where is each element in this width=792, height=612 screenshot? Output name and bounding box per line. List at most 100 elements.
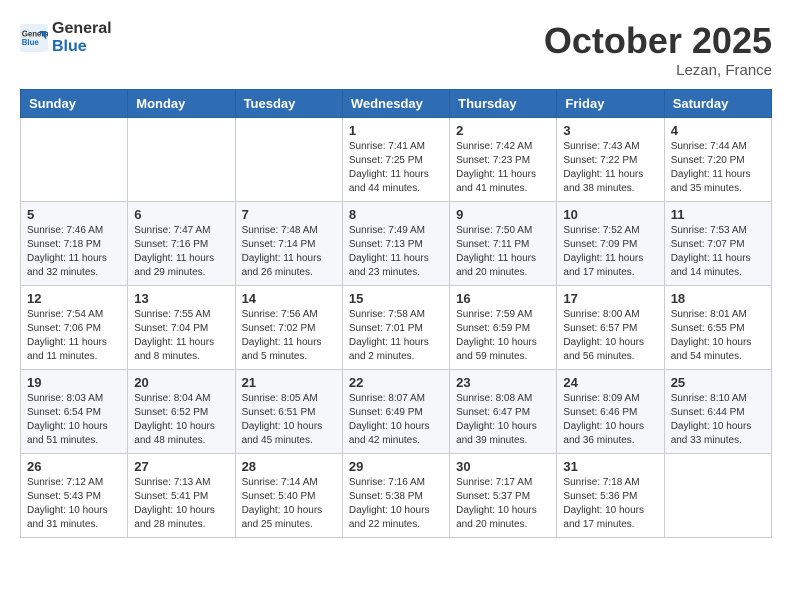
logo-icon: General Blue [20, 24, 48, 52]
calendar-day-28: 28 Sunrise: 7:14 AM Sunset: 5:40 PM Dayli… [235, 454, 342, 538]
calendar-week-row: 19 Sunrise: 8:03 AM Sunset: 6:54 PM Dayli… [21, 370, 772, 454]
day-info: Sunrise: 7:55 AM Sunset: 7:04 PM Dayligh… [134, 308, 228, 364]
day-info: Sunrise: 8:10 AM Sunset: 6:44 PM Dayligh… [671, 392, 765, 448]
day-info: Sunrise: 7:56 AM Sunset: 7:02 PM Dayligh… [242, 308, 336, 364]
day-info: Sunrise: 7:14 AM Sunset: 5:40 PM Dayligh… [242, 476, 336, 532]
day-number: 30 [456, 459, 550, 474]
title-area: October 2025 Lezan, France [544, 20, 772, 79]
day-number: 22 [349, 375, 443, 390]
calendar-day-4: 4 Sunrise: 7:44 AM Sunset: 7:20 PM Daylig… [664, 118, 771, 202]
svg-text:Blue: Blue [22, 38, 40, 47]
day-info: Sunrise: 8:05 AM Sunset: 6:51 PM Dayligh… [242, 392, 336, 448]
calendar-day-18: 18Sunrise: 8:01 AM Sunset: 6:55 PM Dayli… [664, 286, 771, 370]
day-info: Sunrise: 8:09 AM Sunset: 6:46 PM Dayligh… [563, 392, 657, 448]
calendar-day-8: 8Sunrise: 7:49 AM Sunset: 7:13 PM Daylig… [342, 202, 449, 286]
day-number: 6 [134, 207, 228, 222]
calendar-day-27: 27 Sunrise: 7:13 AM Sunset: 5:41 PM Dayli… [128, 454, 235, 538]
calendar-day-22: 22 Sunrise: 8:07 AM Sunset: 6:49 PM Dayli… [342, 370, 449, 454]
day-number: 27 [134, 459, 228, 474]
calendar-day-5: 5Sunrise: 7:46 AM Sunset: 7:18 PM Daylig… [21, 202, 128, 286]
column-header-monday: Monday [128, 90, 235, 118]
day-info: Sunrise: 8:03 AM Sunset: 6:54 PM Dayligh… [27, 392, 121, 448]
header: General Blue General Blue October 2025 L… [20, 20, 772, 79]
day-number: 25 [671, 375, 765, 390]
calendar-day-23: 23Sunrise: 8:08 AM Sunset: 6:47 PM Dayli… [450, 370, 557, 454]
day-info: Sunrise: 7:43 AM Sunset: 7:22 PM Dayligh… [563, 140, 657, 196]
logo-blue: Blue [52, 38, 112, 56]
column-header-sunday: Sunday [21, 90, 128, 118]
day-info: Sunrise: 8:04 AM Sunset: 6:52 PM Dayligh… [134, 392, 228, 448]
day-info: Sunrise: 7:59 AM Sunset: 6:59 PM Dayligh… [456, 308, 550, 364]
day-info: Sunrise: 7:48 AM Sunset: 7:14 PM Dayligh… [242, 224, 336, 280]
day-info: Sunrise: 8:01 AM Sunset: 6:55 PM Dayligh… [671, 308, 765, 364]
day-number: 17 [563, 291, 657, 306]
calendar-day-31: 31Sunrise: 7:18 AM Sunset: 5:36 PM Dayli… [557, 454, 664, 538]
calendar-day-6: 6 Sunrise: 7:47 AM Sunset: 7:16 PM Daylig… [128, 202, 235, 286]
day-info: Sunrise: 7:49 AM Sunset: 7:13 PM Dayligh… [349, 224, 443, 280]
calendar-day-29: 29Sunrise: 7:16 AM Sunset: 5:38 PM Dayli… [342, 454, 449, 538]
day-number: 28 [242, 459, 336, 474]
logo: General Blue General Blue [20, 20, 112, 56]
calendar-day-19: 19 Sunrise: 8:03 AM Sunset: 6:54 PM Dayli… [21, 370, 128, 454]
calendar-day-26: 26Sunrise: 7:12 AM Sunset: 5:43 PM Dayli… [21, 454, 128, 538]
calendar-day-12: 12 Sunrise: 7:54 AM Sunset: 7:06 PM Dayli… [21, 286, 128, 370]
calendar-day-9: 9Sunrise: 7:50 AM Sunset: 7:11 PM Daylig… [450, 202, 557, 286]
calendar-day-21: 21 Sunrise: 8:05 AM Sunset: 6:51 PM Dayli… [235, 370, 342, 454]
day-info: Sunrise: 7:44 AM Sunset: 7:20 PM Dayligh… [671, 140, 765, 196]
day-number: 21 [242, 375, 336, 390]
calendar-empty-cell [664, 454, 771, 538]
day-info: Sunrise: 7:50 AM Sunset: 7:11 PM Dayligh… [456, 224, 550, 280]
calendar-day-15: 15 Sunrise: 7:58 AM Sunset: 7:01 PM Dayli… [342, 286, 449, 370]
location: Lezan, France [544, 62, 772, 79]
calendar-day-24: 24 Sunrise: 8:09 AM Sunset: 6:46 PM Dayli… [557, 370, 664, 454]
calendar-day-11: 11Sunrise: 7:53 AM Sunset: 7:07 PM Dayli… [664, 202, 771, 286]
calendar-day-7: 7Sunrise: 7:48 AM Sunset: 7:14 PM Daylig… [235, 202, 342, 286]
day-number: 5 [27, 207, 121, 222]
day-info: Sunrise: 7:47 AM Sunset: 7:16 PM Dayligh… [134, 224, 228, 280]
day-info: Sunrise: 7:18 AM Sunset: 5:36 PM Dayligh… [563, 476, 657, 532]
day-number: 10 [563, 207, 657, 222]
day-info: Sunrise: 7:58 AM Sunset: 7:01 PM Dayligh… [349, 308, 443, 364]
day-number: 23 [456, 375, 550, 390]
column-header-saturday: Saturday [664, 90, 771, 118]
calendar-week-row: 12 Sunrise: 7:54 AM Sunset: 7:06 PM Dayli… [21, 286, 772, 370]
day-info: Sunrise: 8:00 AM Sunset: 6:57 PM Dayligh… [563, 308, 657, 364]
column-header-wednesday: Wednesday [342, 90, 449, 118]
day-number: 4 [671, 123, 765, 138]
calendar-day-17: 17 Sunrise: 8:00 AM Sunset: 6:57 PM Dayli… [557, 286, 664, 370]
day-info: Sunrise: 8:07 AM Sunset: 6:49 PM Dayligh… [349, 392, 443, 448]
calendar-day-3: 3Sunrise: 7:43 AM Sunset: 7:22 PM Daylig… [557, 118, 664, 202]
day-info: Sunrise: 7:13 AM Sunset: 5:41 PM Dayligh… [134, 476, 228, 532]
day-number: 24 [563, 375, 657, 390]
day-info: Sunrise: 7:42 AM Sunset: 7:23 PM Dayligh… [456, 140, 550, 196]
column-header-thursday: Thursday [450, 90, 557, 118]
calendar-empty-cell [128, 118, 235, 202]
day-number: 20 [134, 375, 228, 390]
day-number: 15 [349, 291, 443, 306]
day-info: Sunrise: 7:41 AM Sunset: 7:25 PM Dayligh… [349, 140, 443, 196]
day-number: 12 [27, 291, 121, 306]
day-info: Sunrise: 7:52 AM Sunset: 7:09 PM Dayligh… [563, 224, 657, 280]
calendar-day-25: 25 Sunrise: 8:10 AM Sunset: 6:44 PM Dayli… [664, 370, 771, 454]
calendar-week-row: 5Sunrise: 7:46 AM Sunset: 7:18 PM Daylig… [21, 202, 772, 286]
calendar-header-row: SundayMondayTuesdayWednesdayThursdayFrid… [21, 90, 772, 118]
day-number: 16 [456, 291, 550, 306]
column-header-tuesday: Tuesday [235, 90, 342, 118]
column-header-friday: Friday [557, 90, 664, 118]
day-info: Sunrise: 7:16 AM Sunset: 5:38 PM Dayligh… [349, 476, 443, 532]
day-number: 19 [27, 375, 121, 390]
day-info: Sunrise: 7:53 AM Sunset: 7:07 PM Dayligh… [671, 224, 765, 280]
day-number: 13 [134, 291, 228, 306]
day-info: Sunrise: 7:12 AM Sunset: 5:43 PM Dayligh… [27, 476, 121, 532]
calendar-empty-cell [21, 118, 128, 202]
calendar-week-row: 26Sunrise: 7:12 AM Sunset: 5:43 PM Dayli… [21, 454, 772, 538]
day-info: Sunrise: 7:17 AM Sunset: 5:37 PM Dayligh… [456, 476, 550, 532]
calendar: SundayMondayTuesdayWednesdayThursdayFrid… [20, 89, 772, 538]
logo-general: General [52, 20, 112, 38]
calendar-day-30: 30 Sunrise: 7:17 AM Sunset: 5:37 PM Dayli… [450, 454, 557, 538]
calendar-day-14: 14Sunrise: 7:56 AM Sunset: 7:02 PM Dayli… [235, 286, 342, 370]
month-title: October 2025 [544, 20, 772, 62]
calendar-day-2: 2Sunrise: 7:42 AM Sunset: 7:23 PM Daylig… [450, 118, 557, 202]
day-info: Sunrise: 7:54 AM Sunset: 7:06 PM Dayligh… [27, 308, 121, 364]
calendar-day-16: 16 Sunrise: 7:59 AM Sunset: 6:59 PM Dayli… [450, 286, 557, 370]
